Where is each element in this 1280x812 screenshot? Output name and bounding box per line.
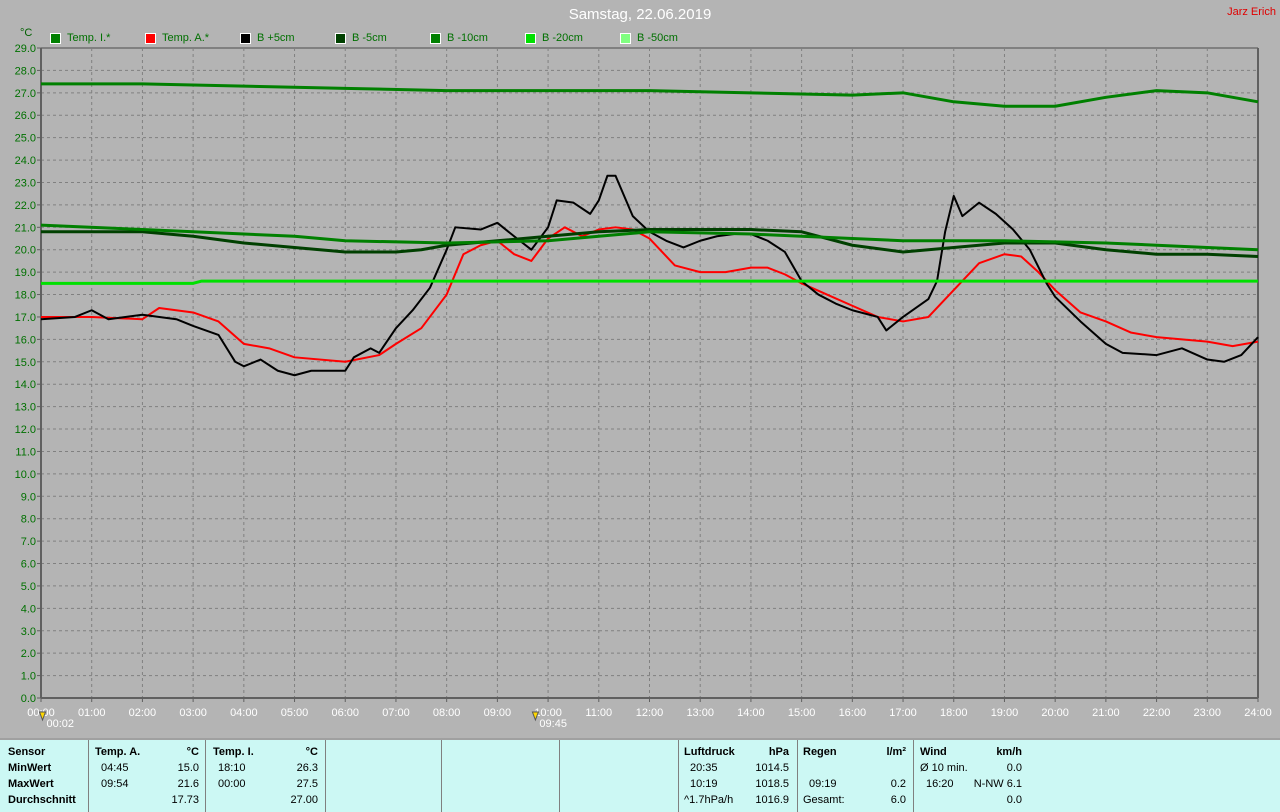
y-tick-label: 18.0	[15, 290, 36, 302]
x-tick-label: 13:00	[686, 707, 714, 719]
wind-value3: 0.0	[1006, 794, 1022, 806]
x-tick-label: 17:00	[889, 707, 917, 719]
y-tick-label: 21.0	[15, 222, 36, 234]
y-tick-label: 26.0	[15, 110, 36, 122]
x-tick-label: 11:00	[585, 707, 612, 719]
tempA-avg: 17.73	[171, 794, 199, 806]
druck-unit: hPa	[768, 746, 789, 758]
y-tick-label: 2.0	[21, 648, 36, 660]
druck-max: 1018.5	[755, 778, 789, 790]
tempI-min-time: 18:10	[218, 762, 246, 774]
y-tick-label: 29.0	[15, 43, 36, 55]
regen-total: 6.0	[890, 794, 906, 806]
tempI-max-time: 00:00	[218, 778, 246, 790]
druck-min: 1014.5	[755, 762, 789, 774]
druck-min-time: 20:35	[690, 762, 718, 774]
y-tick-label: 11.0	[15, 446, 36, 458]
y-tick-label: 10.0	[15, 469, 36, 481]
tempA-min: 15.0	[177, 762, 199, 774]
y-tick-label: 13.0	[15, 402, 36, 414]
tempI-avg: 27.00	[290, 794, 318, 806]
x-tick-label: 21:00	[1092, 707, 1120, 719]
tempA-max-time: 09:54	[101, 778, 129, 790]
regen-unit: l/m²	[886, 746, 906, 758]
druck-max-time: 10:19	[690, 778, 718, 790]
x-tick-label: 19:00	[991, 707, 1019, 719]
y-tick-label: 9.0	[21, 491, 36, 503]
wind-avg: 0.0	[1006, 762, 1022, 774]
x-tick-label: 15:00	[788, 707, 816, 719]
y-tick-label: 1.0	[21, 671, 36, 683]
regen-value: 0.2	[890, 778, 906, 790]
y-tick-label: 12.0	[15, 424, 36, 436]
x-tick-label: 02:00	[129, 707, 157, 719]
y-tick-label: 23.0	[15, 177, 36, 189]
stats-panel: Sensor MinWert MaxWert Durchschnitt Temp…	[0, 738, 1280, 812]
wind-unit: km/h	[996, 746, 1022, 758]
y-tick-label: 24.0	[15, 155, 36, 167]
x-tick-label: 16:00	[839, 707, 867, 719]
y-tick-label: 6.0	[21, 559, 36, 571]
y-tick-label: 15.0	[15, 357, 36, 369]
y-tick-label: 8.0	[21, 514, 36, 526]
tempA-min-time: 04:45	[101, 762, 129, 774]
sensor-header: Sensor	[8, 746, 46, 758]
y-tick-label: 28.0	[15, 65, 36, 77]
y-tick-label: 22.0	[15, 200, 36, 212]
regen-time: 09:19	[809, 778, 837, 790]
x-tick-label: 23:00	[1194, 707, 1222, 719]
y-tick-label: 0.0	[21, 693, 36, 705]
tempA-unit: °C	[186, 746, 199, 758]
x-tick-label: 18:00	[940, 707, 968, 719]
tempI-max: 27.5	[296, 778, 318, 790]
regen-total-label: Gesamt:	[803, 794, 845, 806]
y-tick-label: 27.0	[15, 88, 36, 100]
y-tick-label: 25.0	[15, 133, 36, 145]
x-tick-label: 01:00	[78, 707, 106, 719]
x-tick-label: 08:00	[433, 707, 461, 719]
row-min: MinWert	[8, 762, 52, 774]
y-tick-label: 4.0	[21, 603, 36, 615]
y-tick-label: 3.0	[21, 626, 36, 638]
y-tick-label: 16.0	[15, 334, 36, 346]
marker-label: 00:02	[47, 718, 75, 730]
x-tick-label: 22:00	[1143, 707, 1171, 719]
tempI-min: 26.3	[296, 762, 318, 774]
row-max: MaxWert	[8, 778, 54, 790]
y-tick-label: 19.0	[15, 267, 36, 279]
tempI-header: Temp. I.	[213, 746, 254, 758]
druck-header: Luftdruck	[684, 746, 735, 758]
y-tick-label: 5.0	[21, 581, 36, 593]
marker-label: 09:45	[539, 718, 567, 730]
x-tick-label: 05:00	[281, 707, 309, 719]
wind-max-time: 16:20	[926, 778, 954, 790]
x-tick-label: 06:00	[331, 707, 359, 719]
y-tick-label: 14.0	[15, 379, 36, 391]
chart-area: 0.0 1.0 2.0 3.0 4.0 5.0 6.0 7.0 8.0 9.0 10.0 11.0 12…	[15, 43, 1272, 730]
druck-trend: ^1.7hPa/h	[684, 794, 734, 806]
wind-max: N-NW 6.1	[973, 778, 1022, 790]
y-tick-label: 17.0	[15, 312, 36, 324]
y-tick-label: 20.0	[15, 245, 36, 257]
druck-avg: 1016.9	[755, 794, 789, 806]
x-tick-label: 03:00	[179, 707, 207, 719]
x-tick-label: 24:00	[1244, 707, 1272, 719]
x-tick-label: 09:00	[484, 707, 512, 719]
x-tick-label: 14:00	[737, 707, 765, 719]
row-avg: Durchschnitt	[8, 794, 76, 806]
wind-avg-label: Ø 10 min.	[920, 762, 968, 774]
tempI-unit: °C	[305, 746, 318, 758]
x-tick-label: 04:00	[230, 707, 258, 719]
wind-header: Wind	[920, 746, 947, 758]
regen-header: Regen	[803, 746, 837, 758]
tempA-header: Temp. A.	[95, 746, 141, 758]
x-tick-label: 07:00	[382, 707, 410, 719]
tempA-max: 21.6	[177, 778, 199, 790]
x-tick-label: 20:00	[1041, 707, 1069, 719]
y-tick-label: 7.0	[21, 536, 36, 548]
x-tick-label: 12:00	[636, 707, 664, 719]
